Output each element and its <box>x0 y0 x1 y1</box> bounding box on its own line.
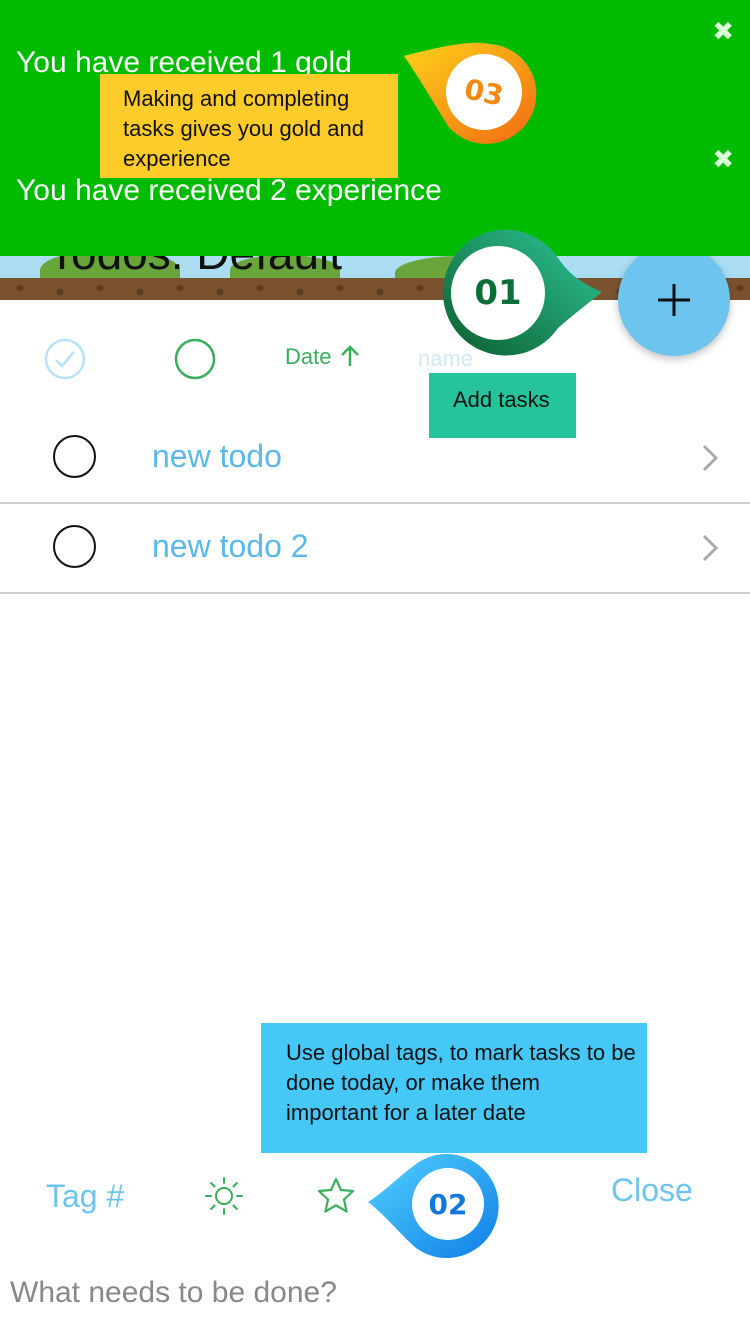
todo-row[interactable]: new todo 2 <box>0 504 750 594</box>
add-task-button[interactable] <box>618 244 730 356</box>
complete-checkbox[interactable] <box>53 525 96 568</box>
complete-checkbox[interactable] <box>53 435 96 478</box>
today-button[interactable] <box>204 1176 244 1221</box>
filter-open-button[interactable] <box>174 338 216 385</box>
tooltip-text: Use global tags, to mark tasks to be don… <box>286 1040 636 1125</box>
plus-icon <box>658 284 690 316</box>
tour-badge-02[interactable]: 02 <box>366 1152 504 1258</box>
new-todo-input[interactable] <box>8 1270 712 1316</box>
tooltip-text: Add tasks <box>453 387 550 412</box>
tour-tooltip-gold: Making and completing tasks gives you go… <box>100 74 398 178</box>
badge-number: 02 <box>412 1168 484 1240</box>
tour-badge-03[interactable]: 03 <box>402 40 542 152</box>
arrow-up-icon <box>340 345 359 366</box>
chevron-right-icon <box>702 444 719 472</box>
sun-icon <box>205 1177 243 1215</box>
todo-row[interactable]: new todo <box>0 414 750 504</box>
check-all-button[interactable] <box>44 338 86 385</box>
sort-date-label: Date <box>285 344 332 369</box>
close-icon[interactable]: ✖ <box>712 16 734 47</box>
circle-icon <box>174 338 216 380</box>
tour-badge-01[interactable]: 01 <box>434 228 606 358</box>
tooltip-text: Making and completing tasks gives you go… <box>123 86 364 171</box>
star-icon <box>317 1177 355 1213</box>
check-circle-icon <box>44 338 86 380</box>
badge-number: 01 <box>451 246 545 340</box>
todo-title: new todo 2 <box>152 528 309 564</box>
important-button[interactable] <box>316 1176 356 1221</box>
close-button[interactable]: Close <box>611 1172 693 1209</box>
tour-tooltip-add: Add tasks <box>429 373 576 438</box>
tag-button[interactable]: Tag # <box>46 1178 124 1215</box>
chevron-right-icon <box>702 534 719 562</box>
sort-by-date-button[interactable]: Date <box>285 344 362 370</box>
notification-text: You have received 2 experience <box>16 174 442 207</box>
todo-title: new todo <box>152 438 282 474</box>
tour-tooltip-tags: Use global tags, to mark tasks to be don… <box>261 1023 647 1153</box>
close-icon[interactable]: ✖ <box>712 144 734 175</box>
